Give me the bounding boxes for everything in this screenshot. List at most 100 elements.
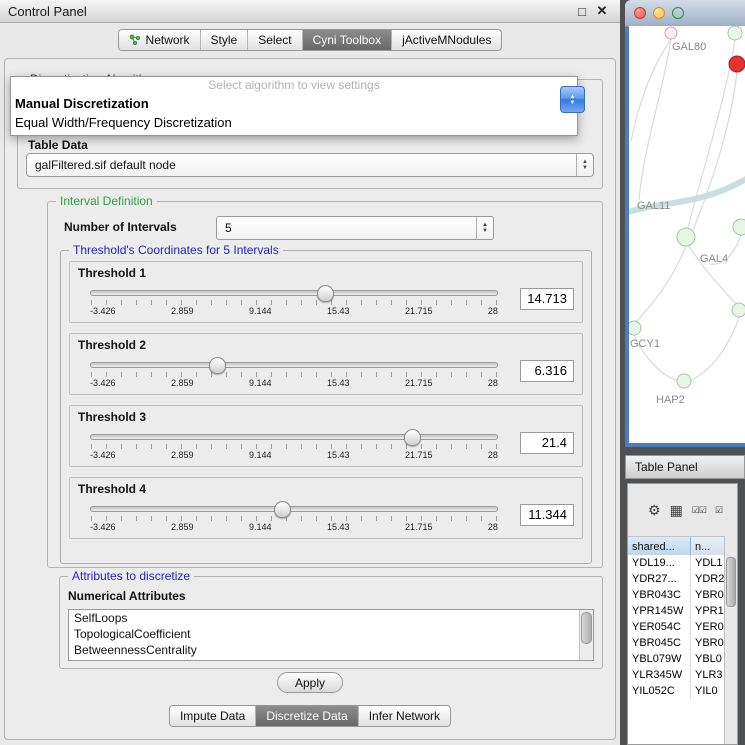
tab-label: Cyni Toolbox bbox=[313, 33, 381, 47]
tab-label: Style bbox=[211, 33, 238, 47]
threshold-1-panel: Threshold 1 -3.426 2.859 9.144 15.4 bbox=[69, 261, 583, 323]
threshold-2-slider-track[interactable] bbox=[90, 362, 498, 368]
threshold-2-value-input[interactable] bbox=[520, 360, 574, 382]
list-item[interactable]: SelfLoops bbox=[69, 610, 593, 626]
table-data-value: galFiltered.sif default node bbox=[27, 158, 576, 172]
tick-label: 21.715 bbox=[405, 306, 433, 316]
apply-button[interactable]: Apply bbox=[277, 672, 343, 693]
node-label: GAL4 bbox=[700, 253, 728, 265]
tab-label: Discretize Data bbox=[266, 709, 347, 723]
threshold-3-slider: -3.426 2.859 9.144 15.43 21.715 28 bbox=[78, 425, 508, 460]
network-node[interactable] bbox=[677, 374, 691, 388]
network-node-red[interactable] bbox=[729, 56, 745, 72]
chevron-up-down-icon: ▲▼ bbox=[576, 154, 593, 176]
tab-discretize-data[interactable]: Discretize Data bbox=[255, 706, 357, 726]
threshold-3-slider-track[interactable] bbox=[90, 434, 498, 440]
threshold-3-value-input[interactable] bbox=[520, 432, 574, 454]
node-label: HAP2 bbox=[656, 394, 685, 406]
gear-icon[interactable]: ⚙ bbox=[648, 503, 661, 517]
tick-label: 2.859 bbox=[171, 450, 194, 460]
threshold-label: Threshold 2 bbox=[78, 338, 576, 352]
tick-label: 21.715 bbox=[405, 378, 433, 388]
threshold-1-slider-track[interactable] bbox=[90, 290, 498, 296]
network-node[interactable] bbox=[733, 219, 745, 235]
threshold-2-slider-thumb[interactable] bbox=[209, 357, 226, 374]
table-row[interactable]: YBL079WYBL0 bbox=[628, 651, 725, 667]
list-item[interactable]: TopologicalCoefficient bbox=[69, 626, 593, 642]
scrollbar-thumb[interactable] bbox=[726, 557, 736, 607]
tab-label: jActiveMNodules bbox=[402, 33, 491, 47]
select-all-checkboxes-icon[interactable]: ☑☑ bbox=[692, 503, 706, 517]
algorithm-combo-stepper[interactable]: ▲ ▼ bbox=[560, 86, 585, 113]
table-scrollbar[interactable] bbox=[724, 536, 737, 744]
minimize-button[interactable] bbox=[653, 7, 665, 19]
threshold-4-slider-thumb[interactable] bbox=[274, 501, 291, 518]
slider-tick-ruler bbox=[91, 444, 497, 449]
scrollbar-thumb[interactable] bbox=[581, 612, 592, 644]
network-node[interactable] bbox=[677, 228, 695, 246]
network-node[interactable] bbox=[665, 27, 677, 39]
network-view-window: GAL80 GAL11 GAL4 GCY1 HAP2 bbox=[625, 0, 745, 447]
tick-label: 9.144 bbox=[249, 306, 272, 316]
tick-label: 21.715 bbox=[405, 522, 433, 532]
tab-select[interactable]: Select bbox=[247, 30, 301, 50]
table-row[interactable]: YLR345WYLR3 bbox=[628, 667, 725, 683]
attributes-group: Attributes to discretize Numerical Attri… bbox=[59, 576, 603, 669]
table-row[interactable]: YPR145WYPR1 bbox=[628, 603, 725, 619]
interval-definition-group: Interval Definition Number of Intervals … bbox=[47, 201, 603, 568]
slider-tick-ruler bbox=[91, 516, 497, 521]
network-canvas[interactable]: GAL80 GAL11 GAL4 GCY1 HAP2 bbox=[629, 26, 745, 443]
group-title: Threshold's Coordinates for 5 Intervals bbox=[69, 243, 283, 257]
network-node[interactable] bbox=[728, 26, 742, 40]
table-row[interactable]: YBR045CYBR0 bbox=[628, 635, 725, 651]
algorithm-option-manual[interactable]: Manual Discretization bbox=[11, 94, 577, 113]
threshold-4-slider-track[interactable] bbox=[90, 506, 498, 512]
tab-style[interactable]: Style bbox=[200, 30, 248, 50]
tick-label: 15.43 bbox=[327, 378, 350, 388]
float-window-button[interactable]: □ bbox=[572, 4, 592, 19]
tab-jactivemnodules[interactable]: jActiveMNodules bbox=[391, 30, 501, 50]
network-node[interactable] bbox=[629, 321, 641, 335]
table-row[interactable]: YBR043CYBR0 bbox=[628, 587, 725, 603]
threshold-1-slider-thumb[interactable] bbox=[317, 285, 334, 302]
columns-icon[interactable]: ▦ bbox=[670, 503, 683, 517]
tab-infer-network[interactable]: Infer Network bbox=[358, 706, 450, 726]
table-data-select[interactable]: galFiltered.sif default node ▲▼ bbox=[26, 153, 594, 177]
table-panel-title: Table Panel bbox=[635, 460, 698, 474]
algorithm-placeholder: Select algorithm to view settings bbox=[11, 77, 577, 94]
threshold-1-value-input[interactable] bbox=[520, 288, 574, 310]
tick-label: -3.426 bbox=[90, 450, 116, 460]
zoom-button[interactable] bbox=[672, 7, 684, 19]
chevron-up-down-icon: ▲▼ bbox=[476, 217, 493, 239]
network-node[interactable] bbox=[732, 303, 745, 317]
tick-label: 2.859 bbox=[171, 378, 194, 388]
node-label: GAL11 bbox=[637, 200, 670, 212]
table-row[interactable]: YDR27...YDR2 bbox=[628, 571, 725, 587]
close-button[interactable] bbox=[634, 7, 646, 19]
bottom-tab-group: Impute Data Discretize Data Infer Networ… bbox=[169, 705, 451, 727]
tab-impute-data[interactable]: Impute Data bbox=[170, 706, 255, 726]
control-panel-titlebar: Control Panel □ ✕ bbox=[0, 0, 620, 23]
number-of-intervals-spinner[interactable]: 5 ▲▼ bbox=[216, 216, 494, 240]
table-row[interactable]: YIL052CYIL0 bbox=[628, 683, 725, 699]
close-window-button[interactable]: ✕ bbox=[592, 3, 612, 19]
table-row[interactable]: YDL19...YDL1 bbox=[628, 555, 725, 571]
number-of-intervals-label: Number of Intervals bbox=[64, 220, 177, 234]
list-item[interactable]: BetweennessCentrality bbox=[69, 642, 593, 658]
tab-cyni-toolbox[interactable]: Cyni Toolbox bbox=[302, 30, 391, 50]
threshold-4-value-input[interactable] bbox=[520, 504, 574, 526]
threshold-3-panel: Threshold 3 -3.426 2.859 9.144 15.4 bbox=[69, 405, 583, 467]
node-label: GAL80 bbox=[672, 41, 706, 53]
table-row[interactable]: YER054CYER0 bbox=[628, 619, 725, 635]
checkbox-icon[interactable]: ☑ bbox=[715, 503, 722, 517]
threshold-3-slider-thumb[interactable] bbox=[404, 429, 421, 446]
algorithm-option-equal-width[interactable]: Equal Width/Frequency Discretization bbox=[11, 113, 577, 132]
tab-network[interactable]: Network bbox=[119, 30, 200, 50]
slider-tick-ruler bbox=[91, 372, 497, 377]
chevron-down-icon: ▼ bbox=[570, 100, 576, 106]
column-header-shared[interactable]: shared... bbox=[628, 537, 691, 556]
group-title: Interval Definition bbox=[56, 194, 157, 208]
tick-label: 9.144 bbox=[249, 522, 272, 532]
tab-label: Impute Data bbox=[180, 709, 245, 723]
attributes-list-scrollbar[interactable] bbox=[579, 610, 593, 660]
